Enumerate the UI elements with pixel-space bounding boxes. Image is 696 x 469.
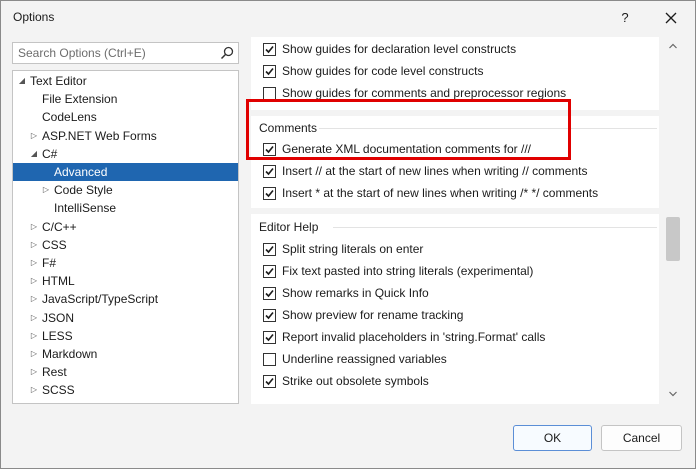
option-label: Strike out obsolete symbols [282, 374, 429, 388]
tree-item[interactable]: ▷ Rest [13, 363, 238, 381]
collapsed-arrow-icon[interactable]: ▷ [29, 272, 39, 290]
checkbox[interactable] [263, 243, 276, 256]
option-label: Split string literals on enter [282, 242, 424, 256]
tree-item[interactable]: ▷ Markdown [13, 345, 238, 363]
search-icon[interactable] [220, 46, 234, 60]
close-button[interactable] [659, 7, 683, 29]
tree-item-label: JSON [42, 310, 75, 325]
collapsed-arrow-icon[interactable]: ▷ [29, 309, 39, 327]
tree-item[interactable]: ▷ JSON [13, 309, 238, 327]
collapsed-arrow-icon[interactable]: ▷ [29, 381, 39, 399]
collapsed-arrow-icon[interactable]: ▷ [29, 363, 39, 381]
collapsed-arrow-icon[interactable]: ▷ [29, 127, 39, 145]
options-dialog: Options ? ◢Text EditorFile ExtensionCode… [0, 0, 696, 469]
tree-item-label: Rest [42, 365, 67, 380]
tree-item-label: Code Style [54, 183, 113, 198]
tree-item-label: HTML [42, 274, 75, 289]
tree-item-label: C# [42, 146, 58, 161]
tree-item[interactable]: ◢ C# [13, 145, 238, 163]
window-title: Options [13, 10, 55, 24]
option-label: Insert * at the start of new lines when … [282, 186, 599, 200]
collapsed-arrow-icon[interactable]: ▷ [29, 254, 39, 272]
checkbox[interactable] [263, 187, 276, 200]
checkbox[interactable] [263, 287, 276, 300]
editor-help-section: Editor Help Split string literals on ent… [251, 214, 659, 404]
expanded-arrow-icon[interactable]: ◢ [29, 145, 39, 163]
tree-item-label: File Extension [42, 92, 118, 107]
options-tree: ◢ Text Editor File Extension CodeLens ▷ ASP.N… [12, 70, 239, 404]
collapsed-arrow-icon[interactable]: ▷ [29, 345, 39, 363]
collapsed-arrow-icon[interactable]: ▷ [29, 327, 39, 345]
collapsed-arrow-icon[interactable]: ▷ [29, 290, 39, 308]
checkbox[interactable] [263, 309, 276, 322]
checkbox[interactable] [263, 331, 276, 344]
tree-item-label: IntelliSense [54, 201, 117, 216]
tree-item-label: C/C++ [42, 219, 77, 234]
chevron-up-icon[interactable] [668, 41, 678, 51]
tree-item[interactable]: ▷ Code Style [13, 181, 238, 199]
tree-item[interactable]: CodeLens [13, 108, 238, 126]
checkbox[interactable] [263, 65, 276, 78]
options-pane: Show guides for declaration level constr… [251, 37, 685, 404]
chevron-down-icon[interactable] [668, 389, 678, 399]
tree-item-label: CSS [42, 237, 67, 252]
tree-item[interactable]: ▷ C/C++ [13, 218, 238, 236]
section-divider [333, 227, 657, 228]
tree-item[interactable]: ▷ ASP.NET Web Forms [13, 127, 238, 145]
option-label: Underline reassigned variables [282, 352, 447, 366]
ok-button[interactable]: OK [513, 425, 592, 451]
tree-item-label: Markdown [42, 347, 98, 361]
tree-item-label: Advanced [54, 165, 108, 179]
option-label: Fix text pasted into string literals (ex… [282, 264, 534, 278]
title-bar: Options ? [1, 1, 695, 33]
options-scrollbar[interactable] [661, 37, 685, 404]
option-label: Show guides for declaration level constr… [282, 42, 517, 56]
tree-item-label: ASP.NET Web Forms [42, 128, 157, 143]
tree-item-label: CodeLens [42, 110, 97, 125]
tree-item-label: Text Editor [30, 74, 87, 88]
option-label: Show preview for rename tracking [282, 308, 464, 322]
scrollbar-thumb[interactable] [666, 217, 680, 261]
option-label: Show remarks in Quick Info [282, 286, 429, 300]
tree-item[interactable]: Advanced [13, 163, 238, 181]
option-label: Insert // at the start of new lines when… [282, 164, 588, 178]
help-button[interactable]: ? [613, 7, 637, 29]
tree-item-label: SCSS [42, 383, 75, 398]
checkbox[interactable] [263, 265, 276, 278]
section-title-editor-help: Editor Help [259, 220, 319, 234]
tree-item[interactable]: ▷ LESS [13, 327, 238, 345]
tree-item[interactable]: ▷ SCSS [13, 381, 238, 399]
checkbox[interactable] [263, 165, 276, 178]
option-label: Report invalid placeholders in 'string.F… [282, 330, 546, 344]
tree-item-label: F# [42, 256, 57, 270]
checkbox[interactable] [263, 375, 276, 388]
expanded-arrow-icon[interactable]: ◢ [17, 72, 27, 90]
checkbox[interactable] [263, 353, 276, 366]
collapsed-arrow-icon[interactable]: ▷ [41, 181, 51, 199]
tree-item[interactable]: ▷ F# [13, 254, 238, 272]
cancel-button[interactable]: Cancel [601, 425, 682, 451]
collapsed-arrow-icon[interactable]: ▷ [29, 236, 39, 254]
search-input[interactable] [13, 43, 213, 63]
tree-item[interactable]: IntelliSense [13, 199, 238, 217]
search-box [12, 42, 239, 64]
tree-item[interactable]: ▷ CSS [13, 236, 238, 254]
option-label: Show guides for code level constructs [282, 64, 484, 78]
tree-item[interactable]: ◢ Text Editor [13, 72, 238, 90]
tree-item-label: LESS [42, 328, 73, 343]
close-icon [665, 12, 677, 24]
checkbox[interactable] [263, 43, 276, 56]
tree-item[interactable]: File Extension [13, 90, 238, 108]
tree-item[interactable]: ▷ HTML [13, 272, 238, 290]
tree-item-label: JavaScript/TypeScript [42, 292, 159, 307]
tree-item[interactable]: ▷ JavaScript/TypeScript [13, 290, 238, 308]
highlight-box [246, 99, 571, 160]
collapsed-arrow-icon[interactable]: ▷ [29, 218, 39, 236]
